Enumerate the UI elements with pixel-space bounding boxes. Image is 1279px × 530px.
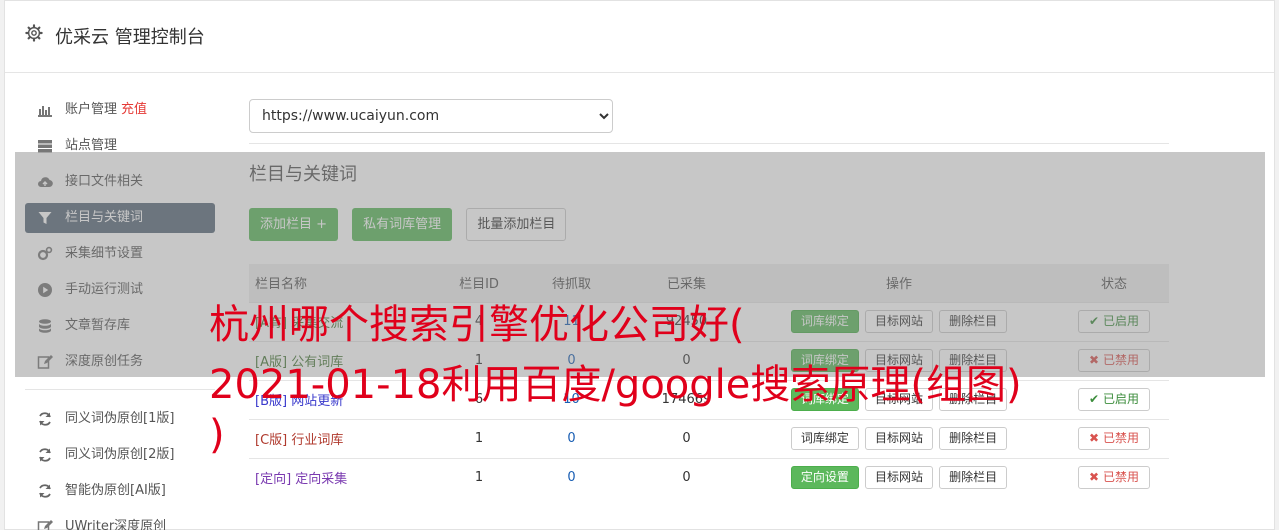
delete-column-button[interactable]: 删除栏目	[939, 466, 1008, 490]
cell-collected: 0	[634, 418, 739, 458]
status-label: 已禁用	[1102, 470, 1139, 485]
cell-id: 1	[449, 457, 509, 497]
target-sites-button[interactable]: 目标网站	[864, 427, 933, 450]
page-title: 优采云 管理控制台	[55, 27, 205, 48]
cell-id: 1	[449, 418, 509, 458]
refresh-icon	[39, 448, 51, 462]
status-label: 已启用	[1102, 392, 1139, 406]
cell-status: ✔ 已启用	[1059, 379, 1169, 419]
sidebar-item-label: 智能伪原创[AI版]	[65, 483, 166, 498]
cell-collected: 0	[634, 457, 739, 497]
sidebar-item-label: 同义词伪原创[2版]	[65, 447, 175, 462]
bar-chart-icon	[38, 106, 52, 117]
cell-pending[interactable]: 0	[509, 418, 634, 458]
watermark-line-3: )	[209, 412, 225, 458]
sidebar-item-label: 账户管理	[65, 102, 118, 117]
sidebar-item-label: UWriter深度原创	[65, 519, 167, 530]
column-tag[interactable]: [C版]	[255, 433, 287, 448]
edit-icon	[37, 520, 53, 530]
sidebar-divider	[25, 389, 215, 390]
watermark-line-2: 2021-01-18利用百度/google搜索原理(组图)	[209, 362, 1022, 408]
table-row: [C版] 行业词库 1 0 0 词库绑定 目标网站 删除栏目 ✖ 已禁用	[249, 418, 1169, 458]
check-icon: ✔	[1089, 392, 1100, 406]
sidebar-item-ai-rewrite[interactable]: 智能伪原创[AI版]	[25, 476, 215, 506]
bind-lexicon-button[interactable]: 词库绑定	[790, 427, 859, 450]
watermark-line-1: 杭州哪个搜索引擎优化公司好(	[209, 302, 745, 348]
status-label: 已禁用	[1102, 431, 1139, 445]
cell-actions: 定向设置 目标网站 删除栏目	[739, 457, 1059, 497]
refresh-icon	[39, 484, 51, 498]
cell-name[interactable]: [定向] 定向采集	[249, 457, 449, 497]
gear-icon	[25, 24, 43, 42]
cell-pending[interactable]: 0	[509, 457, 634, 497]
sidebar-item-synonym-v2[interactable]: 同义词伪原创[2版]	[25, 440, 215, 470]
times-icon: ✖	[1089, 470, 1100, 485]
status-toggle-button[interactable]: ✖ 已禁用	[1078, 427, 1150, 450]
status-toggle-button[interactable]: ✔ 已启用	[1078, 388, 1150, 411]
site-select[interactable]: https://www.ucaiyun.com	[249, 99, 613, 133]
status-toggle-button[interactable]: ✖ 已禁用	[1078, 466, 1150, 490]
delete-column-button[interactable]: 删除栏目	[939, 427, 1008, 450]
divider	[249, 143, 1169, 144]
sidebar-item-label: 站点管理	[65, 138, 118, 153]
cell-status: ✖ 已禁用	[1059, 457, 1169, 497]
sidebar-item-uwriter[interactable]: UWriter深度原创	[25, 512, 215, 530]
column-name[interactable]: 定向采集	[295, 472, 347, 487]
table-row: [定向] 定向采集 1 0 0 定向设置 目标网站 删除栏目 ✖ 已禁用	[249, 457, 1169, 497]
recharge-link[interactable]: 充值	[121, 102, 147, 117]
bind-lexicon-button[interactable]: 定向设置	[790, 466, 859, 490]
page-header: 优采云 管理控制台	[5, 1, 1274, 73]
sidebar-item-synonym-v1[interactable]: 同义词伪原创[1版]	[25, 404, 215, 434]
target-sites-button[interactable]: 目标网站	[864, 466, 933, 490]
sidebar-item-label: 同义词伪原创[1版]	[65, 411, 175, 426]
column-tag[interactable]: [定向]	[255, 472, 291, 487]
cell-name[interactable]: [C版] 行业词库	[249, 418, 449, 458]
column-name[interactable]: 行业词库	[291, 433, 343, 448]
cell-actions: 词库绑定 目标网站 删除栏目	[739, 418, 1059, 458]
refresh-icon	[39, 412, 51, 426]
sidebar-item-account[interactable]: 账户管理 充值	[25, 95, 215, 125]
times-icon: ✖	[1089, 431, 1100, 445]
cell-status: ✖ 已禁用	[1059, 418, 1169, 458]
